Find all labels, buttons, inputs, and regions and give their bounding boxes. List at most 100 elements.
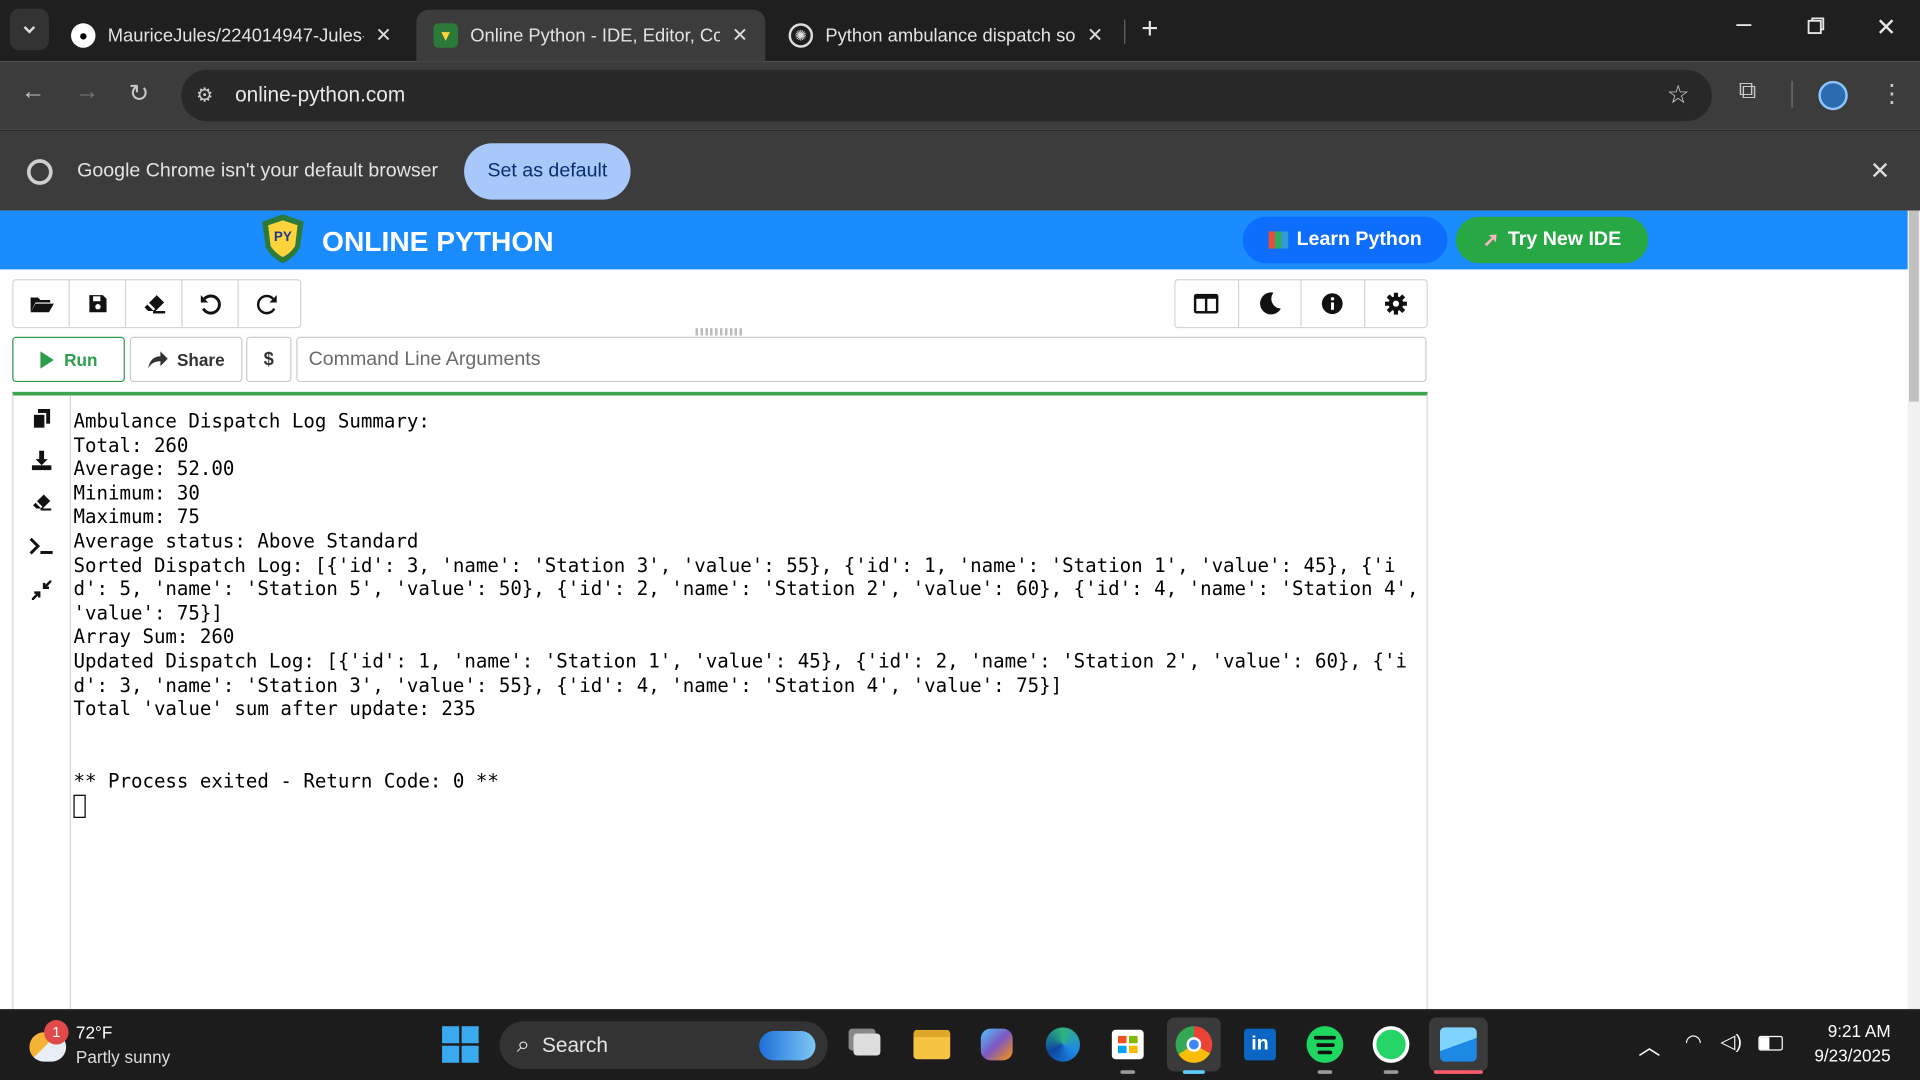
run-label: Run: [64, 349, 98, 370]
copy-icon[interactable]: [28, 405, 55, 432]
edge-button[interactable]: [1036, 1018, 1090, 1072]
console-line: Maximum: 75: [73, 506, 200, 529]
file-explorer-button[interactable]: [905, 1018, 959, 1072]
rocket-icon: ➚: [1482, 230, 1500, 252]
bookmark-star-icon[interactable]: ☆: [1667, 80, 1690, 111]
logo-text: PY: [274, 229, 292, 244]
console-line: Array Sum: 260: [73, 626, 235, 649]
info-icon: [1322, 293, 1343, 315]
set-as-default-button[interactable]: Set as default: [464, 143, 631, 200]
command-line-arguments-input[interactable]: [296, 336, 1427, 383]
try-new-ide-button[interactable]: ➚ Try New IDE: [1455, 216, 1649, 264]
site-info-icon[interactable]: ⚙: [196, 83, 214, 107]
view-button-group: [1174, 279, 1428, 329]
weather-desc: Partly sunny: [75, 1046, 171, 1067]
spotify-button[interactable]: [1298, 1018, 1352, 1074]
store-button[interactable]: [1101, 1018, 1155, 1074]
console-line: Updated Dispatch Log: [{'id': 1, 'name':…: [73, 650, 1408, 697]
terminal-icon[interactable]: [28, 533, 55, 560]
tab-github[interactable]: ● MauriceJules/224014947-Jules- ✕: [54, 10, 409, 61]
output-sidebar: [13, 395, 72, 1016]
online-python-logo: PY: [262, 214, 304, 264]
terminal-cursor[interactable]: [73, 794, 86, 818]
browser-toolbar: ← → ↻ ⚙ online-python.com ☆ ⧉ ⋮: [0, 61, 1920, 130]
show-hidden-icons[interactable]: ︿: [1638, 1030, 1660, 1062]
resize-grip[interactable]: [695, 328, 745, 336]
share-button[interactable]: Share: [129, 336, 243, 383]
console-output[interactable]: Ambulance Dispatch Log Summary: Total: 26…: [73, 410, 1420, 818]
photos-button[interactable]: [1428, 1017, 1488, 1074]
store-icon: [1111, 1029, 1144, 1060]
whatsapp-button[interactable]: [1364, 1018, 1418, 1074]
scrollbar-thumb[interactable]: [1908, 210, 1919, 402]
try-new-ide-label: Try New IDE: [1507, 228, 1622, 250]
windows-taskbar: 1 72°F Partly sunny ⌕ Search in ︿ ◠ ◁) 9…: [0, 1008, 1920, 1080]
tab-online-python[interactable]: ▼ Online Python - IDE, Editor, Compiler …: [416, 9, 766, 62]
reload-icon[interactable]: ↻: [129, 78, 150, 109]
site-title: ONLINE PYTHON: [322, 225, 554, 258]
compress-icon[interactable]: [28, 577, 55, 604]
extensions-icon[interactable]: ⧉: [1739, 77, 1756, 105]
cli-args-toggle[interactable]: $: [246, 336, 292, 383]
download-icon[interactable]: [28, 447, 55, 474]
copilot-button[interactable]: [970, 1018, 1024, 1072]
info-button[interactable]: [1302, 280, 1365, 327]
clear-button[interactable]: [126, 280, 183, 327]
close-tab-icon[interactable]: ✕: [732, 23, 748, 47]
clock-date[interactable]: 9/23/2025: [1814, 1046, 1890, 1066]
weather-badge: 1: [44, 1020, 69, 1045]
console-line: Average status: Above Standard: [73, 530, 419, 553]
close-tab-icon[interactable]: ✕: [375, 23, 391, 47]
back-icon[interactable]: ←: [21, 78, 45, 106]
play-icon: [40, 350, 55, 368]
default-browser-infobar: Google Chrome isn't your default browser…: [0, 129, 1920, 211]
battery-icon[interactable]: [1758, 1035, 1783, 1051]
open-folder-button[interactable]: [13, 280, 70, 327]
linkedin-button[interactable]: in: [1233, 1018, 1287, 1072]
menu-icon[interactable]: ⋮: [1880, 78, 1904, 109]
redo-icon: [256, 294, 277, 315]
settings-button[interactable]: [1365, 280, 1427, 327]
undo-button[interactable]: [182, 280, 239, 327]
tab-search-button[interactable]: [9, 8, 49, 51]
console-line: ** Process exited - Return Code: 0 **: [73, 770, 499, 793]
undo-icon: [200, 294, 221, 315]
forward-icon[interactable]: →: [75, 78, 99, 106]
address-bar[interactable]: ⚙ online-python.com ☆: [181, 69, 1712, 122]
volume-icon[interactable]: ◁): [1720, 1030, 1742, 1054]
close-infobar-icon[interactable]: ✕: [1870, 156, 1891, 187]
copilot-icon: [980, 1028, 1013, 1061]
restore-button[interactable]: [1807, 15, 1825, 41]
chrome-taskbar-button[interactable]: [1166, 1017, 1221, 1074]
chatgpt-icon: ✺: [788, 23, 814, 48]
columns-icon: [1194, 293, 1219, 314]
close-tab-icon[interactable]: ✕: [1087, 23, 1103, 47]
new-tab-button[interactable]: +: [1141, 12, 1158, 46]
minimize-button[interactable]: –: [1736, 7, 1751, 39]
weather-widget[interactable]: 1 72°F Partly sunny: [27, 1018, 211, 1074]
redo-button[interactable]: [239, 280, 295, 327]
folder-icon: [913, 1029, 951, 1060]
task-view-icon: [853, 1033, 881, 1056]
clear-output-icon[interactable]: [28, 489, 55, 516]
page-scrollbar[interactable]: [1907, 210, 1920, 1009]
taskbar-search[interactable]: ⌕ Search: [499, 1021, 828, 1069]
save-icon: [88, 295, 106, 313]
search-label: Search: [542, 1032, 608, 1057]
layout-toggle-button[interactable]: [1176, 280, 1239, 327]
github-icon: ●: [71, 23, 96, 48]
wifi-icon[interactable]: ◠: [1685, 1030, 1702, 1054]
spotify-icon: [1306, 1026, 1344, 1063]
start-button[interactable]: [433, 1018, 487, 1072]
profile-avatar[interactable]: [1818, 80, 1848, 111]
dark-mode-button[interactable]: [1239, 280, 1302, 327]
tab-chatgpt[interactable]: ✺ Python ambulance dispatch solution ✕: [771, 10, 1120, 61]
run-button[interactable]: Run: [12, 336, 125, 383]
task-view-button[interactable]: [840, 1018, 894, 1072]
save-button[interactable]: [70, 280, 127, 327]
chrome-taskbar-icon: [1175, 1026, 1213, 1063]
learn-python-button[interactable]: Learn Python: [1242, 216, 1448, 264]
close-window-button[interactable]: ✕: [1876, 12, 1897, 43]
clock-time[interactable]: 9:21 AM: [1828, 1021, 1891, 1041]
